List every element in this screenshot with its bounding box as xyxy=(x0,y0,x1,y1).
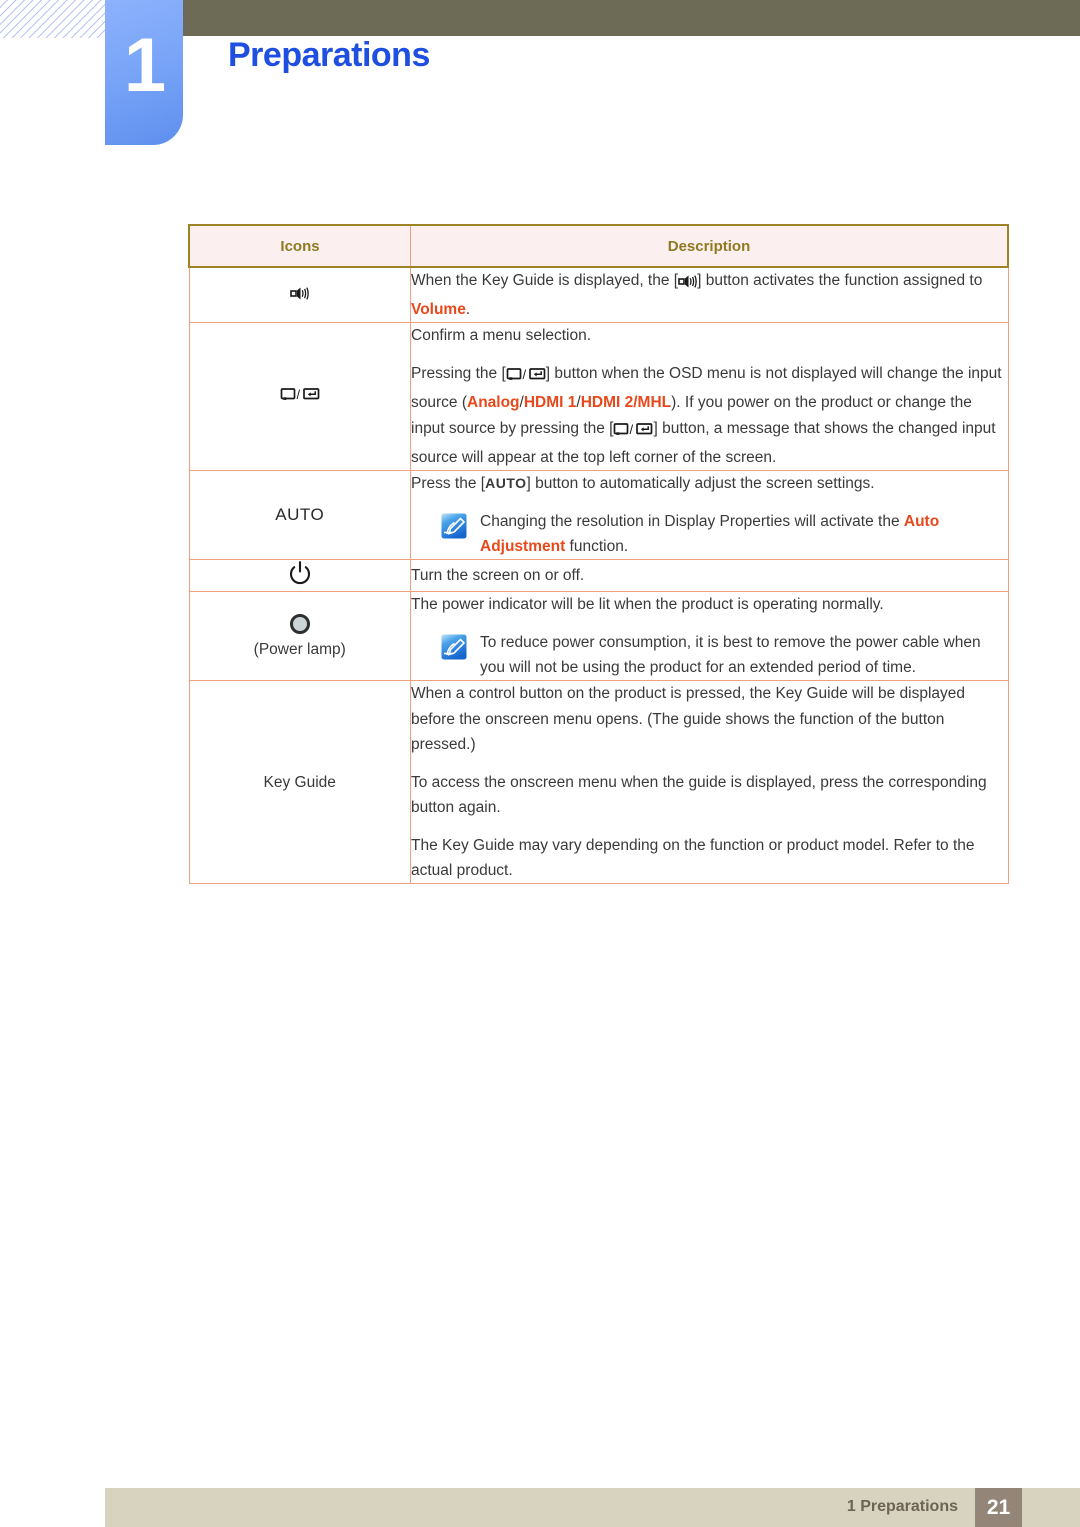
icon-cell: Key Guide xyxy=(188,680,411,885)
description-cell: Confirm a menu selection. Pressing the [ /… xyxy=(410,322,1009,471)
description-paragraph: Confirm a menu selection. xyxy=(411,323,1008,348)
table-row: / Confirm a menu selection. Pressing the [… xyxy=(188,322,1009,471)
source-enter-icon: / xyxy=(613,420,653,445)
chapter-number-badge: 1 xyxy=(105,0,183,145)
svg-text:/: / xyxy=(522,367,526,382)
power-lamp-icon xyxy=(289,613,310,634)
footer-chapter-label: 1 Preparations xyxy=(846,1498,958,1515)
top-bar xyxy=(183,0,1080,36)
description-cell: Turn the screen on or off. xyxy=(410,559,1009,593)
description-paragraph: Press the [AUTO] button to automatically… xyxy=(411,471,1008,496)
note-block: To reduce power consumption, it is best … xyxy=(441,630,1008,680)
text-run: . xyxy=(465,301,471,319)
power-button-icon xyxy=(288,560,312,591)
text-run: When the Key Guide is displayed, the [ xyxy=(411,272,679,289)
text-run: Press the [ xyxy=(411,474,486,492)
auto-button-icon: AUTO xyxy=(275,504,325,524)
description-cell: When the Key Guide is displayed, the [ ] … xyxy=(410,266,1009,324)
svg-text:/: / xyxy=(296,387,300,402)
icon-cell: AUTO xyxy=(188,469,411,561)
icon-cell xyxy=(188,266,411,324)
description-cell: The power indicator will be lit when the… xyxy=(410,591,1009,682)
text-run: To access the onscreen menu when the gui… xyxy=(411,773,987,816)
key-guide-label: Key Guide xyxy=(263,774,336,792)
icon-cell xyxy=(188,559,411,593)
description-paragraph: The Key Guide may vary depending on the … xyxy=(411,833,1008,883)
note-text: To reduce power consumption, it is best … xyxy=(480,630,1008,680)
text-run: Pressing the [ xyxy=(411,365,506,383)
highlighted-term: HDMI 1 xyxy=(523,394,577,412)
text-run: ] button to automatically adjust the scr… xyxy=(526,474,875,492)
description-cell: When a control button on the product is … xyxy=(410,680,1009,885)
source-enter-icon: / xyxy=(280,386,320,407)
description-paragraph: To access the onscreen menu when the gui… xyxy=(411,770,1008,820)
text-run: To reduce power consumption, it is best … xyxy=(480,634,981,677)
column-header-icons: Icons xyxy=(188,224,411,268)
table-body: When the Key Guide is displayed, the [ ] … xyxy=(188,266,1009,885)
table-row: (Power lamp) The power indicator will be … xyxy=(188,591,1009,682)
note-pen-icon xyxy=(441,634,467,660)
highlighted-term: Volume xyxy=(411,301,466,319)
speaker-icon xyxy=(290,286,310,306)
description-paragraph: Turn the screen on or off. xyxy=(411,563,1008,588)
page-number: 21 xyxy=(975,1488,1022,1527)
note-text: Changing the resolution in Display Prope… xyxy=(480,509,1008,559)
icon-cell: (Power lamp) xyxy=(188,591,411,682)
text-run: The power indicator will be lit when the… xyxy=(411,596,884,614)
text-run: When a control button on the product is … xyxy=(411,685,966,753)
note-block: Changing the resolution in Display Prope… xyxy=(441,509,1008,559)
table-row: Key Guide When a control button on the pr… xyxy=(188,680,1009,885)
icons-description-table: Icons Description When the Key Guide is … xyxy=(188,224,1009,885)
table-header-row: Icons Description xyxy=(188,224,1009,268)
svg-text:/: / xyxy=(630,422,634,437)
page-footer: 1 Preparations 21 xyxy=(105,1488,1080,1527)
text-run: The Key Guide may vary depending on the … xyxy=(411,836,975,880)
table-row: Turn the screen on or off. xyxy=(188,559,1009,593)
icon-caption: (Power lamp) xyxy=(253,640,346,658)
description-paragraph: The power indicator will be lit when the… xyxy=(411,592,1008,617)
text-run: Confirm a menu selection. xyxy=(411,327,592,345)
description-paragraph: When a control button on the product is … xyxy=(411,681,1008,756)
speaker-icon xyxy=(678,272,697,297)
auto-key-label: AUTO xyxy=(485,474,527,491)
text-run: Changing the resolution in Display Prope… xyxy=(480,512,904,530)
description-paragraph: Pressing the [/] button when the OSD men… xyxy=(411,361,1008,469)
hatch-decoration xyxy=(0,0,106,38)
description-cell: Press the [AUTO] button to automatically… xyxy=(410,469,1009,561)
page-header: 1 Preparations xyxy=(0,0,1080,160)
highlighted-term: HDMI 2/MHL xyxy=(580,394,672,412)
text-run: function. xyxy=(565,537,629,555)
text-run: Turn the screen on or off. xyxy=(411,567,585,585)
table-row: AUTO Press the [AUTO] button to automatic… xyxy=(188,469,1009,561)
icon-cell: / xyxy=(188,322,411,471)
description-paragraph: When the Key Guide is displayed, the [ ] … xyxy=(411,268,1008,322)
table-row: When the Key Guide is displayed, the [ ] … xyxy=(188,266,1009,324)
text-run: ] button activates the function assigned… xyxy=(697,272,983,289)
table-header: Icons Description xyxy=(188,224,1009,268)
column-header-description: Description xyxy=(410,224,1009,268)
highlighted-term: Analog xyxy=(467,394,520,412)
source-enter-icon: / xyxy=(506,365,546,390)
note-pen-icon xyxy=(441,513,467,539)
page-title: Preparations xyxy=(228,36,430,74)
